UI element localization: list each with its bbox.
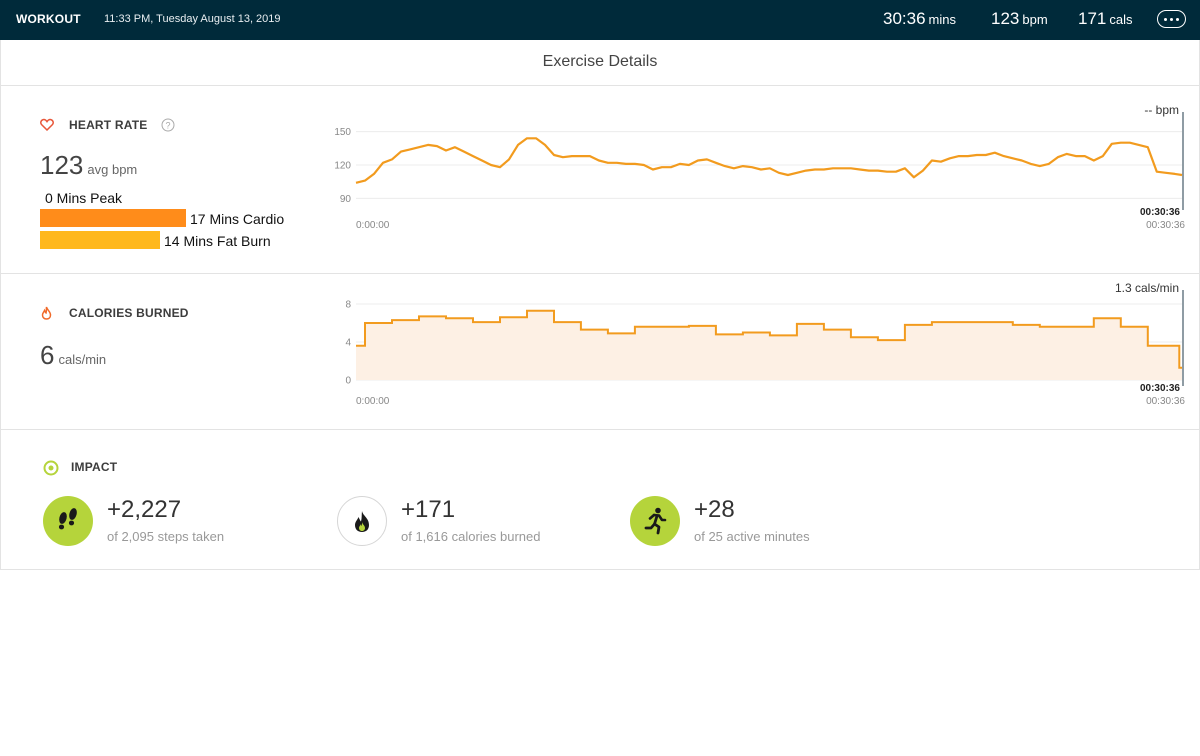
- top-bar: WORKOUT 11:33 PM, Tuesday August 13, 201…: [0, 0, 1200, 40]
- impact-steps-circle: [43, 496, 93, 546]
- avg-heart-rate-unit: avg bpm: [87, 162, 138, 177]
- cal-x-end-label: 00:30:36: [1146, 396, 1185, 407]
- impact-steps: +2,227 of 2,095 steps taken: [43, 496, 303, 548]
- heart-rate-chart[interactable]: 150 120 90 -- bpm 00:30:36 0:00:00 00:30…: [320, 100, 1190, 235]
- duration-unit: mins: [928, 12, 956, 27]
- heart-rate-cursor-label: 00:30:36: [1140, 207, 1180, 218]
- impact-steps-caption: of 2,095 steps taken: [107, 529, 225, 544]
- heart-rate-stat: 123 bpm: [991, 9, 1048, 29]
- calories-stat: 171 cals: [1078, 9, 1133, 29]
- calories-per-minute-value: 6: [40, 340, 55, 370]
- zone-fat-burn-label: 14 Mins Fat Burn: [164, 233, 271, 249]
- calories-area: [356, 310, 1182, 380]
- cal-x-start-label: 0:00:00: [356, 396, 390, 407]
- heart-rate-line: [355, 137, 1183, 184]
- calories-chart[interactable]: 8 4 0 1.3 cals/min 00:30:36 0:00:00 00:3…: [320, 278, 1190, 413]
- zone-peak-label: 0 Mins Peak: [45, 190, 123, 206]
- impact-calories-circle: [337, 496, 387, 546]
- impact-calories-value: +171: [401, 496, 456, 523]
- hr-y-tick-90: 90: [340, 194, 352, 205]
- heart-rate-readout: -- bpm: [1144, 103, 1179, 117]
- hr-x-end-label: 00:30:36: [1146, 220, 1185, 231]
- calories-label: CALORIES BURNED: [69, 306, 189, 320]
- impact-calories: +171 of 1,616 calories burned: [337, 496, 597, 548]
- hr-y-tick-120: 120: [334, 161, 351, 172]
- more-options-button[interactable]: [1157, 10, 1186, 28]
- impact-active-caption: of 25 active minutes: [694, 529, 810, 544]
- zone-cardio-bar: [40, 209, 186, 227]
- zone-cardio: 17 Mins Cardio: [40, 209, 320, 229]
- target-icon: [43, 460, 59, 476]
- zone-cardio-label: 17 Mins Cardio: [190, 211, 285, 227]
- runner-icon: [644, 507, 667, 535]
- zone-peak: 0 Mins Peak: [40, 188, 320, 208]
- calories-unit: cals: [1109, 12, 1133, 27]
- zone-fat-burn: 14 Mins Fat Burn: [40, 231, 320, 251]
- calories-readout: 1.3 cals/min: [1115, 281, 1179, 295]
- cal-y-tick-8: 8: [345, 300, 351, 311]
- heart-rate-gridlines: [356, 131, 1182, 199]
- ellipsis-icon: [1176, 18, 1179, 21]
- workout-title: WORKOUT: [16, 12, 81, 26]
- avg-heart-rate: 123 avg bpm: [40, 150, 137, 181]
- calories-cursor-label: 00:30:36: [1140, 383, 1180, 394]
- cal-y-tick-0: 0: [345, 376, 351, 387]
- calories-per-minute-unit: cals/min: [58, 352, 107, 367]
- hr-y-tick-150: 150: [334, 127, 351, 138]
- cal-y-tick-4: 4: [345, 338, 351, 349]
- help-icon[interactable]: ?: [161, 118, 175, 132]
- avg-heart-rate-value: 123: [40, 150, 84, 180]
- hr-x-start-label: 0:00:00: [356, 220, 390, 231]
- flame-icon: [355, 511, 369, 532]
- svg-text:?: ?: [165, 121, 170, 131]
- heart-rate-value: 123: [991, 9, 1020, 28]
- impact-calories-caption: of 1,616 calories burned: [401, 529, 541, 544]
- flame-icon: [41, 306, 52, 320]
- heart-icon: [40, 118, 54, 131]
- page-title: Exercise Details: [542, 53, 658, 70]
- title-row: Exercise Details: [0, 40, 1200, 86]
- duration-stat: 30:36 mins: [883, 9, 956, 29]
- calories-per-minute: 6 cals/min: [40, 340, 106, 371]
- duration-value: 30:36: [883, 9, 926, 28]
- impact-active-minutes: +28 of 25 active minutes: [630, 496, 890, 548]
- footprints-icon: [58, 508, 77, 530]
- impact-active-value: +28: [694, 496, 735, 523]
- heart-rate-unit: bpm: [1022, 12, 1048, 27]
- zone-fat-burn-bar: [40, 231, 160, 249]
- impact-steps-value: +2,227: [107, 496, 182, 523]
- impact-active-circle: [630, 496, 680, 546]
- impact-label: IMPACT: [71, 460, 118, 474]
- heart-rate-label: HEART RATE: [69, 118, 148, 132]
- workout-datetime: 11:33 PM, Tuesday August 13, 2019: [104, 13, 281, 25]
- calories-value: 171: [1078, 9, 1107, 28]
- ellipsis-icon: [1170, 18, 1173, 21]
- ellipsis-icon: [1164, 18, 1167, 21]
